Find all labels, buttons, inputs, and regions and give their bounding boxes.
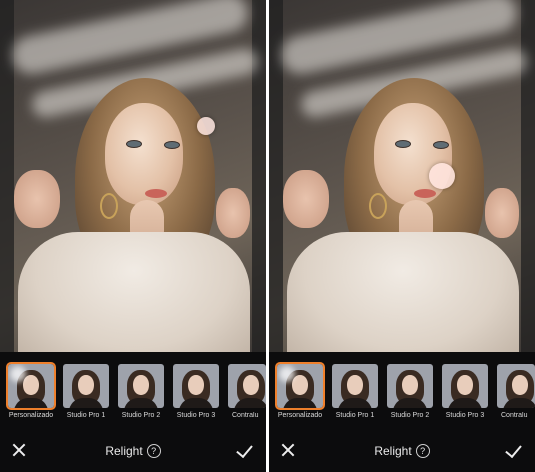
- preset-thumb-studio-pro-3[interactable]: [173, 364, 219, 408]
- left-eye: [395, 140, 411, 148]
- right-eye: [164, 141, 180, 149]
- face: [374, 103, 452, 205]
- tool-title: Relight?: [0, 444, 266, 458]
- blouse: [18, 232, 250, 352]
- preset-label: Contralu: [501, 412, 528, 419]
- preset-label: Contralu: [232, 412, 259, 419]
- preset-label: Studio Pro 2: [390, 412, 430, 419]
- preset-thumb-studio-pro-3[interactable]: [442, 364, 488, 408]
- portrait-photo[interactable]: [269, 0, 535, 352]
- preset-thumb-studio-pro-2[interactable]: [118, 364, 164, 408]
- light-source-handle[interactable]: [197, 117, 215, 135]
- preset-thumb-contraluz[interactable]: [497, 364, 535, 408]
- preset-thumb-contraluz[interactable]: [228, 364, 266, 408]
- check-icon[interactable]: [505, 441, 523, 459]
- check-icon[interactable]: [236, 441, 254, 459]
- preset-label: Personalizado: [8, 412, 54, 419]
- preset-strip: Personalizado Studio Pro 1 Studio Pro 2 …: [0, 360, 266, 422]
- blouse: [287, 232, 519, 352]
- help-icon[interactable]: ?: [146, 444, 161, 458]
- tool-title-text: Relight: [374, 444, 412, 458]
- left-hand: [283, 170, 329, 228]
- preset-label: Studio Pro 2: [121, 412, 161, 419]
- light-source-handle[interactable]: [429, 163, 455, 189]
- earring: [100, 193, 118, 219]
- bottom-toolbar: Relight?: [0, 432, 266, 472]
- preset-thumb-studio-pro-1[interactable]: [332, 364, 378, 408]
- preset-thumb-personalizado[interactable]: [6, 362, 56, 410]
- right-hand: [485, 188, 519, 238]
- relight-panel-after: Personalizado Studio Pro 1 Studio Pro 2 …: [269, 0, 535, 472]
- preset-thumb-studio-pro-2[interactable]: [387, 364, 433, 408]
- right-eye: [433, 141, 449, 149]
- preset-strip: Personalizado Studio Pro 1 Studio Pro 2 …: [269, 360, 535, 422]
- tool-title: Relight?: [269, 444, 535, 458]
- relight-panel-before: Personalizado Studio Pro 1 Studio Pro 2 …: [0, 0, 266, 472]
- right-hand: [216, 188, 250, 238]
- preset-label: Studio Pro 3: [445, 412, 485, 419]
- preset-label: Personalizado: [277, 412, 323, 419]
- preset-thumb-studio-pro-1[interactable]: [63, 364, 109, 408]
- preset-label: Studio Pro 1: [335, 412, 375, 419]
- preset-label: Studio Pro 1: [66, 412, 106, 419]
- preset-thumb-personalizado[interactable]: [275, 362, 325, 410]
- tool-title-text: Relight: [105, 444, 143, 458]
- bottom-toolbar: Relight?: [269, 432, 535, 472]
- portrait-photo[interactable]: [0, 0, 266, 352]
- lips: [145, 189, 167, 198]
- left-hand: [14, 170, 60, 228]
- face: [105, 103, 183, 205]
- earring: [369, 193, 387, 219]
- preset-label: Studio Pro 3: [176, 412, 216, 419]
- left-eye: [126, 140, 142, 148]
- lips: [414, 189, 436, 198]
- help-icon[interactable]: ?: [415, 444, 430, 458]
